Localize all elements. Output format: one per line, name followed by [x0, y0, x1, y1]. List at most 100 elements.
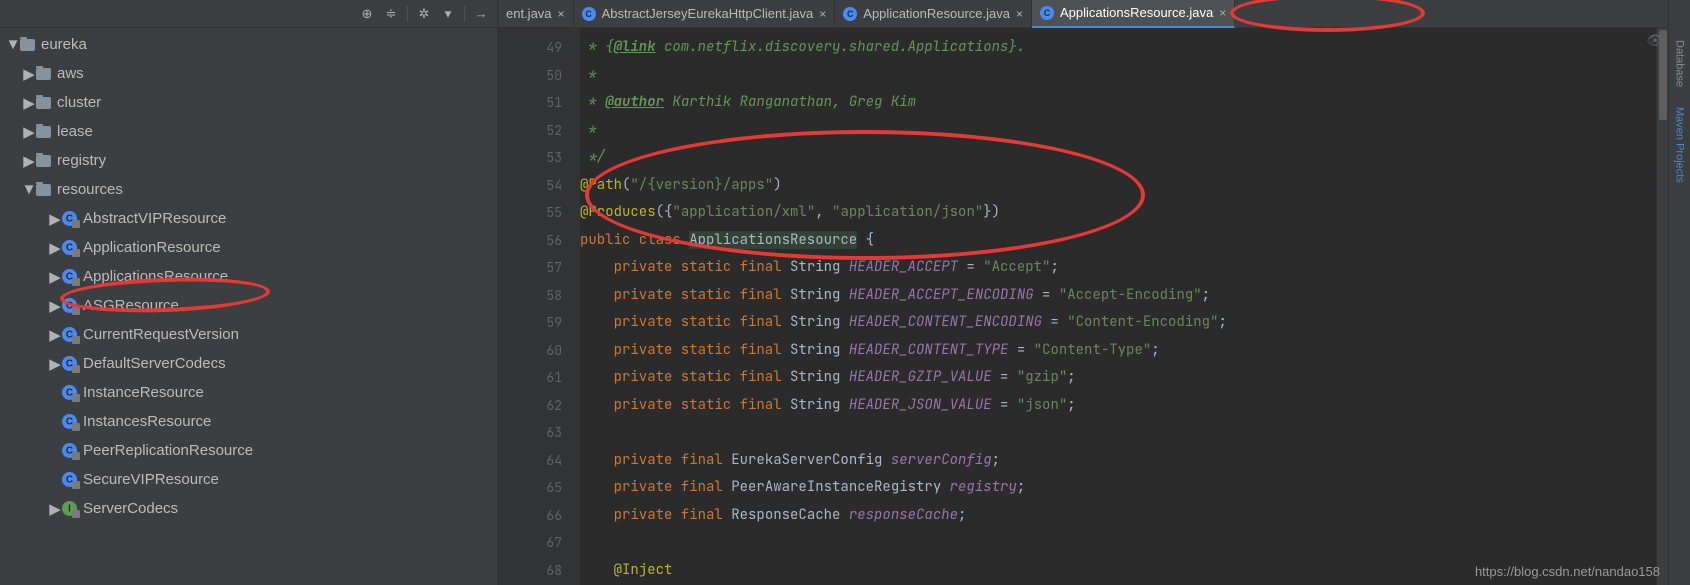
tree-class-abstractvipresource[interactable]: ▶ AbstractVIPResource: [0, 204, 497, 233]
class-icon: [62, 356, 77, 371]
tree-label: AbstractVIPResource: [83, 210, 226, 227]
gear-icon[interactable]: ✲: [414, 4, 434, 24]
chevron-right-icon: ▶: [48, 328, 62, 342]
tree-label: ServerCodecs: [83, 500, 178, 517]
close-icon[interactable]: ×: [819, 7, 826, 21]
tree-label: registry: [57, 152, 106, 169]
tree-folder-aws[interactable]: ▶ aws: [0, 59, 497, 88]
tree-folder-resources[interactable]: ▼ resources: [0, 175, 497, 204]
class-icon: [62, 443, 77, 458]
tree-label: SecureVIPResource: [83, 471, 219, 488]
tree-label: cluster: [57, 94, 101, 111]
folder-icon: [36, 155, 51, 167]
line-number: 56: [498, 227, 562, 255]
project-tree: ▼ eureka ▶ aws ▶ cluster ▶ lease ▶ regis…: [0, 28, 497, 585]
chevron-right-icon: ▶: [22, 154, 36, 168]
tab-label: AbstractJerseyEurekaHttpClient.java: [602, 6, 814, 21]
line-number: 50: [498, 62, 562, 90]
class-icon: [582, 7, 596, 21]
line-number: 68: [498, 557, 562, 585]
line-number: 53: [498, 144, 562, 172]
line-number: 59: [498, 309, 562, 337]
tree-folder-cluster[interactable]: ▶ cluster: [0, 88, 497, 117]
tree-label: resources: [57, 181, 123, 198]
tab-label: ApplicationResource.java: [863, 6, 1010, 21]
tree-label: PeerReplicationResource: [83, 442, 253, 459]
class-icon: [843, 7, 857, 21]
editor-area: ent.java × AbstractJerseyEurekaHttpClien…: [498, 0, 1668, 585]
maven-tool[interactable]: Maven Projects: [1674, 107, 1686, 183]
tree-class-defaultservercodecs[interactable]: ▶ DefaultServerCodecs: [0, 349, 497, 378]
eye-icon[interactable]: 👁: [1646, 32, 1664, 49]
tree-label: DefaultServerCodecs: [83, 355, 226, 372]
line-number: 51: [498, 89, 562, 117]
line-number: 52: [498, 117, 562, 145]
tree-label: lease: [57, 123, 93, 140]
class-icon: [62, 240, 77, 255]
folder-icon: [36, 184, 51, 196]
tree-label: ASGResource: [83, 297, 179, 314]
chevron-right-icon: ▶: [22, 96, 36, 110]
tab-applicationresource[interactable]: ApplicationResource.java ×: [835, 0, 1032, 28]
tab-abstractjersey[interactable]: AbstractJerseyEurekaHttpClient.java ×: [574, 0, 836, 28]
database-tool[interactable]: Database: [1674, 40, 1686, 87]
editor-tabs: ent.java × AbstractJerseyEurekaHttpClien…: [498, 0, 1668, 28]
close-icon[interactable]: ×: [1219, 6, 1226, 20]
tree-label: eureka: [41, 36, 87, 53]
tree-label: InstancesResource: [83, 413, 211, 430]
line-number: 57: [498, 254, 562, 282]
tree-class-peerreplicationresource[interactable]: PeerReplicationResource: [0, 436, 497, 465]
chevron-right-icon: ▶: [48, 357, 62, 371]
line-number: 60: [498, 337, 562, 365]
tree-class-instanceresource[interactable]: InstanceResource: [0, 378, 497, 407]
code-editor[interactable]: * {@link com.netflix.discovery.shared.Ap…: [580, 28, 1656, 585]
tree-class-applicationsresource[interactable]: ▶ ApplicationsResource: [0, 262, 497, 291]
close-icon[interactable]: ×: [558, 7, 565, 21]
tree-folder-eureka[interactable]: ▼ eureka: [0, 30, 497, 59]
tree-folder-registry[interactable]: ▶ registry: [0, 146, 497, 175]
line-number: 54: [498, 172, 562, 200]
chevron-right-icon: ▶: [48, 299, 62, 313]
class-icon: [1040, 6, 1054, 20]
class-icon: [62, 211, 77, 226]
collapse-icon[interactable]: ≑: [381, 4, 401, 24]
class-icon: [62, 269, 77, 284]
chevron-right-icon: ▶: [22, 125, 36, 139]
tree-interface-servercodecs[interactable]: ▶ ServerCodecs: [0, 494, 497, 523]
chevron-down-icon[interactable]: ▾: [438, 4, 458, 24]
tree-class-applicationresource[interactable]: ▶ ApplicationResource: [0, 233, 497, 262]
sidebar-toolbar: ⊕ ≑ ✲ ▾ →: [0, 0, 497, 28]
tab-ent[interactable]: ent.java ×: [498, 0, 574, 28]
tree-label: InstanceResource: [83, 384, 204, 401]
editor-body: 49 50 51 52 53 54 55 56 57 58 59 60 61 6…: [498, 28, 1668, 585]
class-icon: [62, 385, 77, 400]
chevron-right-icon: ▶: [48, 241, 62, 255]
line-number: 49: [498, 34, 562, 62]
right-toolbar: Database Maven Projects: [1668, 0, 1690, 585]
tab-applicationsresource[interactable]: ApplicationsResource.java ×: [1032, 0, 1235, 28]
chevron-right-icon: ▶: [48, 502, 62, 516]
tree-label: CurrentRequestVersion: [83, 326, 239, 343]
line-number: 55: [498, 199, 562, 227]
class-icon: [62, 472, 77, 487]
tree-folder-lease[interactable]: ▶ lease: [0, 117, 497, 146]
tree-class-currentrequestversion[interactable]: ▶ CurrentRequestVersion: [0, 320, 497, 349]
tree-class-asgresource[interactable]: ▶ ASGResource: [0, 291, 497, 320]
tab-label: ent.java: [506, 6, 552, 21]
tree-class-instancesresource[interactable]: InstancesResource: [0, 407, 497, 436]
class-icon: [62, 327, 77, 342]
scrollbar[interactable]: [1656, 28, 1668, 585]
folder-icon: [36, 68, 51, 80]
chevron-right-icon: ▶: [22, 67, 36, 81]
tree-label: aws: [57, 65, 84, 82]
locate-icon[interactable]: ⊕: [357, 4, 377, 24]
interface-icon: [62, 501, 77, 516]
chevron-down-icon: ▼: [6, 38, 20, 52]
tree-label: ApplicationResource: [83, 239, 221, 256]
chevron-right-icon: ▶: [48, 212, 62, 226]
tree-class-securevipresource[interactable]: SecureVIPResource: [0, 465, 497, 494]
hide-icon[interactable]: →: [471, 4, 491, 24]
line-number: 64: [498, 447, 562, 475]
close-icon[interactable]: ×: [1016, 7, 1023, 21]
tree-label: ApplicationsResource: [83, 268, 228, 285]
